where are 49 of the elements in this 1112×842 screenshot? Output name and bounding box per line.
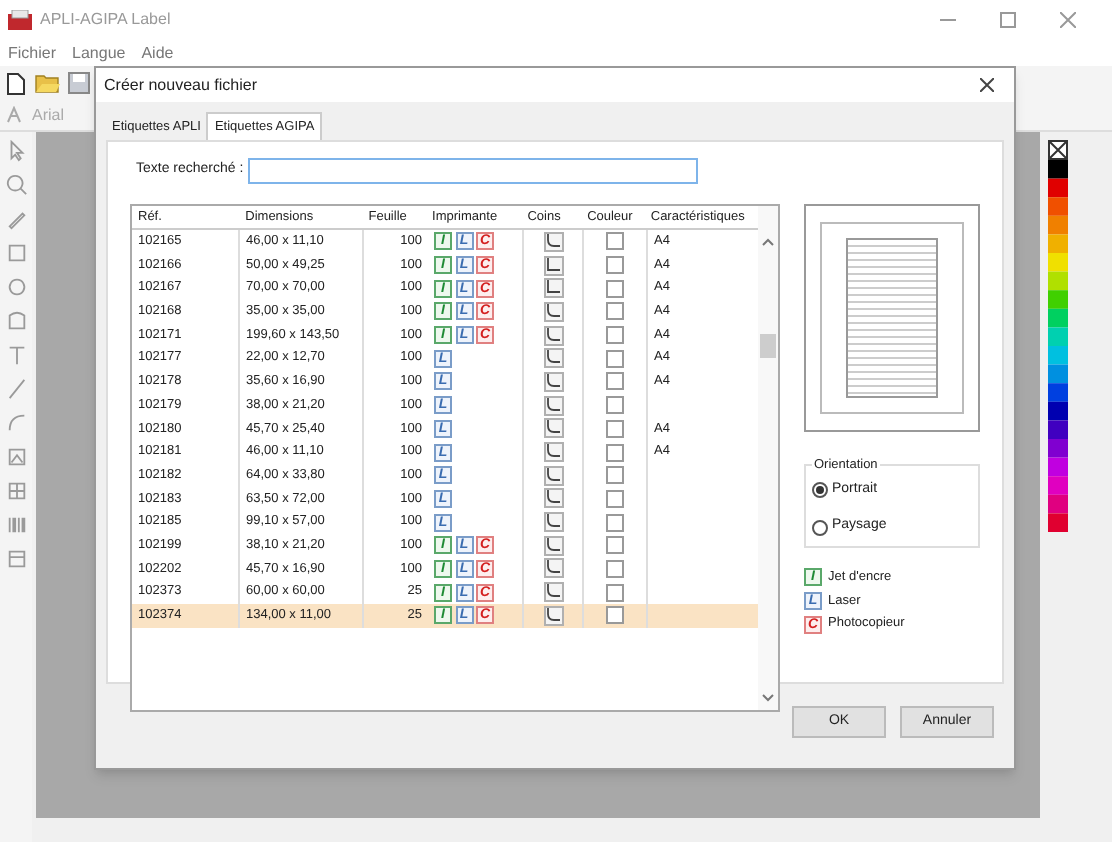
dialog-title: Créer nouveau fichier	[104, 73, 257, 97]
grid-icon[interactable]	[5, 480, 27, 502]
line-icon[interactable]	[5, 378, 27, 400]
text-icon[interactable]	[5, 344, 27, 366]
menu-item[interactable]: Langue	[72, 41, 126, 65]
scrollbar[interactable]	[758, 206, 778, 710]
scroll-thumb[interactable]	[760, 334, 776, 358]
save-icon[interactable]	[68, 72, 90, 94]
colour-checkbox[interactable]	[606, 583, 624, 602]
window-title: APLI-AGIPA Label	[40, 8, 171, 32]
colour-checkbox[interactable]	[606, 326, 624, 345]
colour-checkbox[interactable]	[606, 372, 624, 391]
curve-icon[interactable]	[5, 412, 27, 434]
pen-icon[interactable]	[5, 208, 27, 230]
menu-item[interactable]: Aide	[141, 41, 174, 65]
colour-checkbox[interactable]	[606, 302, 624, 321]
search-field[interactable]	[247, 158, 698, 184]
maximize-icon[interactable]	[1000, 12, 1016, 28]
colour-checkbox[interactable]	[606, 513, 624, 532]
colour-checkbox[interactable]	[606, 279, 624, 298]
radio-button[interactable]	[812, 482, 828, 498]
close-icon[interactable]	[980, 78, 994, 92]
colour-checkbox[interactable]	[606, 466, 624, 485]
colour-checkbox[interactable]	[606, 396, 624, 415]
scroll-down-icon[interactable]	[762, 694, 774, 702]
barcode-icon[interactable]	[5, 514, 27, 536]
pointer-icon[interactable]	[5, 140, 27, 162]
menu-item[interactable]: Fichier	[8, 41, 57, 65]
folder-icon[interactable]	[34, 72, 60, 94]
image-icon[interactable]	[5, 446, 27, 468]
colour-checkbox[interactable]	[606, 256, 624, 275]
colour-checkbox[interactable]	[606, 232, 624, 251]
colour-checkbox[interactable]	[606, 349, 624, 368]
colour-checkbox[interactable]	[606, 536, 624, 555]
table-icon[interactable]	[5, 548, 27, 570]
app-icon	[8, 10, 32, 30]
shape-icon[interactable]	[5, 310, 27, 332]
font-icon	[6, 106, 26, 124]
scroll-up-icon[interactable]	[762, 238, 774, 246]
colour-checkbox[interactable]	[606, 559, 624, 578]
radio-button[interactable]	[812, 519, 828, 535]
colour-checkbox[interactable]	[606, 489, 624, 508]
colour-checkbox[interactable]	[606, 443, 624, 462]
rectangle-icon[interactable]	[5, 242, 27, 264]
color-palette[interactable]	[1048, 140, 1068, 532]
zoom-icon[interactable]	[5, 174, 27, 196]
new-file-icon[interactable]	[6, 71, 26, 95]
colour-checkbox[interactable]	[606, 606, 624, 625]
colour-checkbox[interactable]	[606, 419, 624, 438]
